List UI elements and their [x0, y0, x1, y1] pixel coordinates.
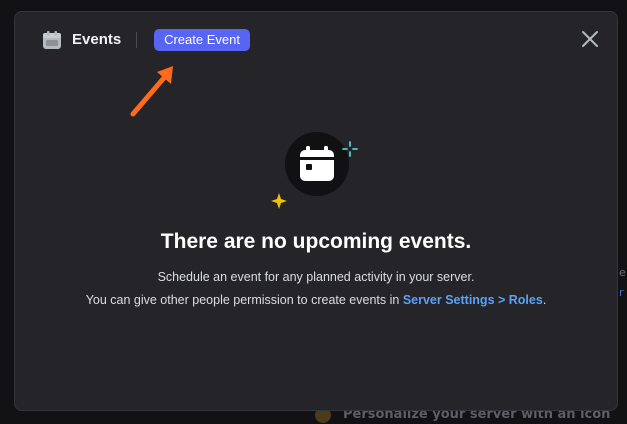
modal-header: Events Create Event [15, 12, 617, 68]
empty-state-description: Schedule an event for any planned activi… [15, 266, 617, 312]
empty-state-line-2: You can give other people permission to … [15, 289, 617, 312]
close-icon [582, 31, 598, 47]
empty-state-line-2-suffix: . [542, 293, 547, 307]
empty-state-line-2-prefix: You can give other people permission to … [85, 293, 403, 307]
empty-state-line-1: Schedule an event for any planned activi… [157, 270, 475, 284]
header-divider [136, 32, 137, 48]
create-event-button[interactable]: Create Event [154, 29, 250, 51]
empty-state-heading: There are no upcoming events. [160, 230, 472, 253]
close-button[interactable] [579, 28, 601, 50]
calendar-icon [43, 31, 61, 49]
arrow-pointer-icon [130, 66, 173, 117]
sparkle-icon [271, 193, 287, 209]
events-modal: Events Create Event There are no upcomin… [14, 11, 618, 411]
modal-title: Events [72, 31, 122, 48]
empty-calendar-illustration [271, 132, 358, 209]
background-edge-link: r [619, 286, 624, 296]
server-settings-roles-link[interactable]: Server Settings > Roles [403, 293, 543, 307]
background-edge-text: e [619, 266, 626, 276]
